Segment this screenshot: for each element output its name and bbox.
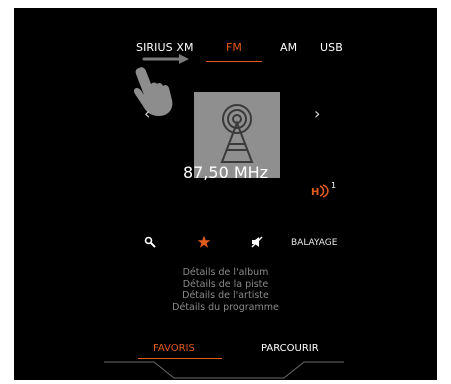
scan-button[interactable]: BALAYAGE (291, 238, 337, 248)
svg-text:H: H (311, 187, 319, 198)
hd-radio-icon: H (311, 184, 329, 198)
tab-sirius-xm[interactable]: SIRIUS XM (136, 41, 194, 54)
chevron-right-icon[interactable]: › (314, 104, 320, 123)
controls-row: BALAYAGE (14, 235, 437, 256)
star-icon[interactable] (197, 235, 211, 249)
details-list: Détails de l'album Détails de la piste D… (14, 267, 437, 313)
hand-pointer-icon (133, 67, 173, 116)
bottom-bar-divider (104, 361, 344, 379)
source-tabs: SIRIUS XM FM AM USB (14, 41, 437, 71)
frequency-display: 87,50 MHz (182, 163, 269, 182)
details-track[interactable]: Détails de la piste (14, 279, 437, 291)
swipe-right-arrow-icon (142, 54, 189, 64)
hd-channel-number: 1 (331, 181, 337, 190)
details-album[interactable]: Détails de l'album (14, 267, 437, 279)
traffic-announcement-off-icon[interactable] (251, 236, 263, 248)
tab-usb[interactable]: USB (320, 41, 343, 54)
tab-am[interactable]: AM (280, 41, 297, 54)
radio-screen: SIRIUS XM FM AM USB ‹ › 87,50 MHz H 1 BA… (14, 8, 437, 380)
details-artist[interactable]: Détails de l'artiste (14, 290, 437, 302)
tab-fm[interactable]: FM (226, 41, 242, 54)
chevron-left-icon[interactable]: ‹ (144, 104, 150, 123)
active-tab-underline (206, 61, 262, 62)
search-icon[interactable] (144, 236, 156, 248)
bottom-tabs: FAVORIS PARCOURIR (14, 343, 437, 380)
details-program[interactable]: Détails du programme (14, 302, 437, 314)
